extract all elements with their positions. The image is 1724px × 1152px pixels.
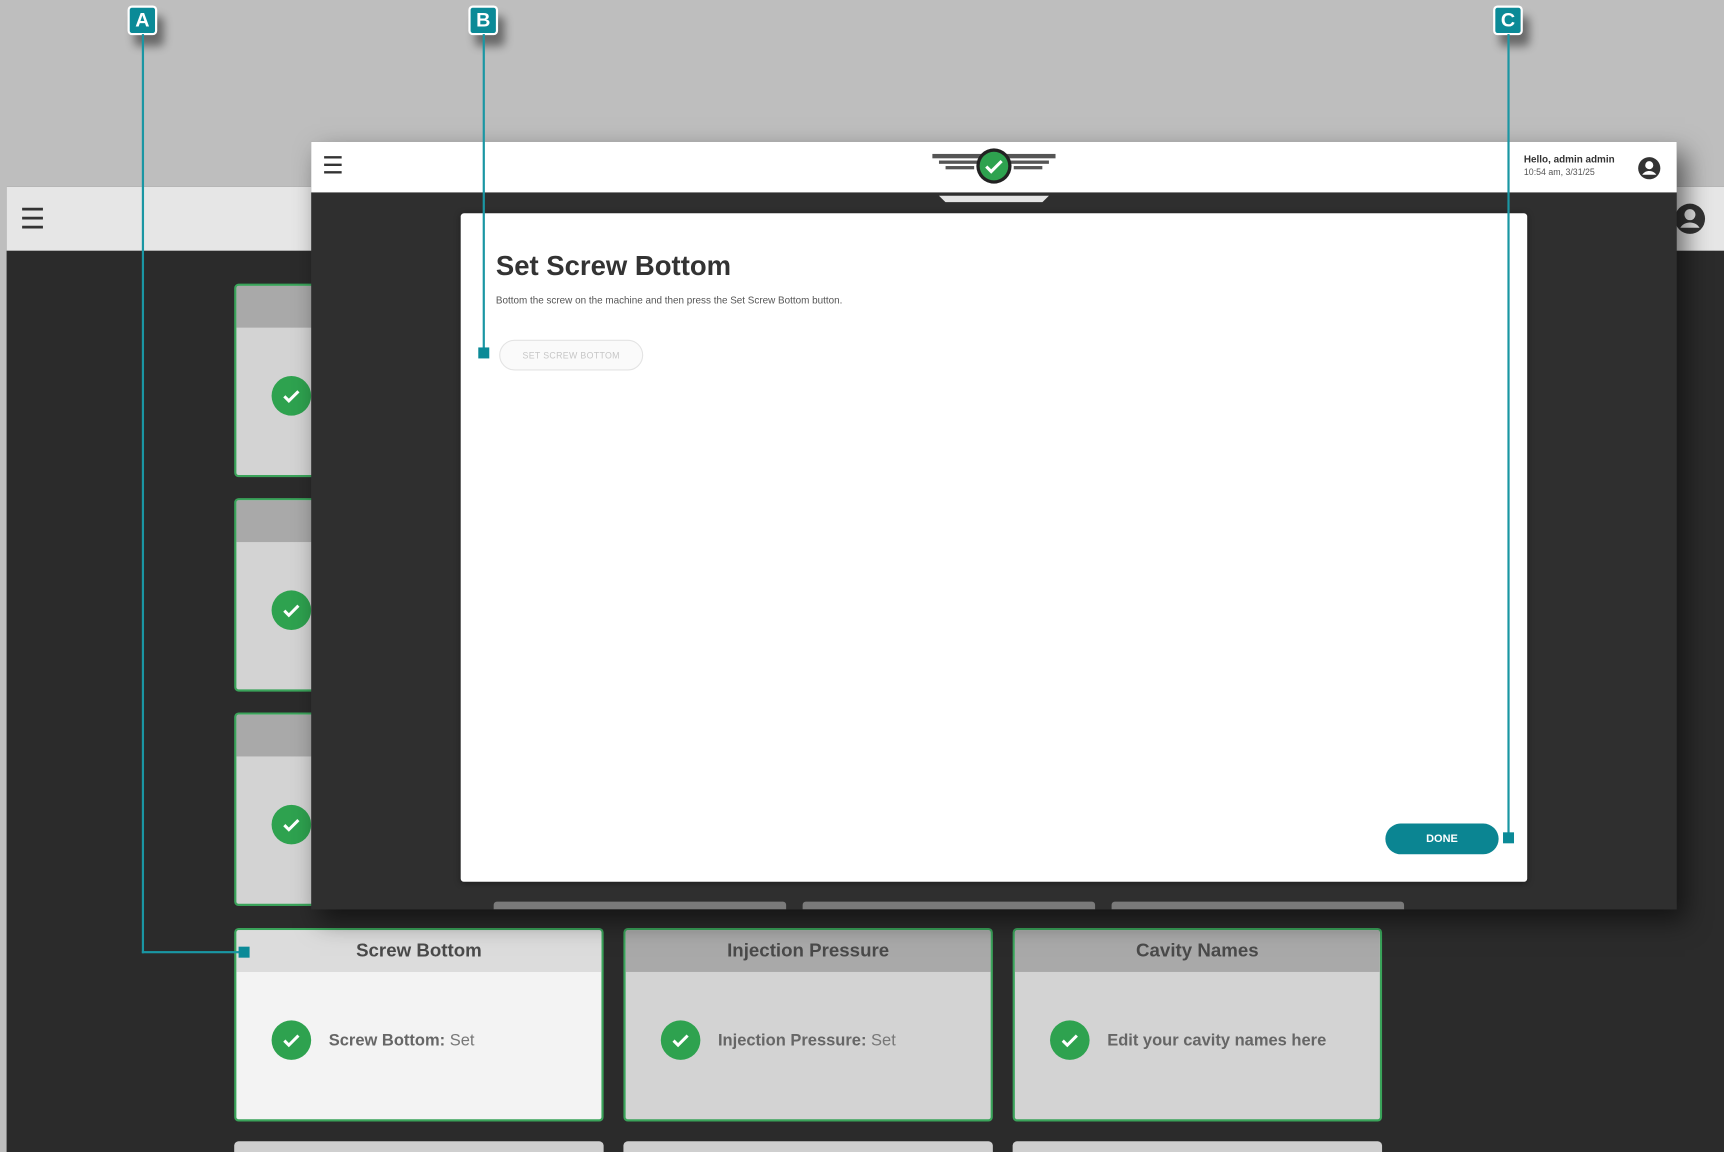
cavity-names-card[interactable]: Cavity Names Edit your cavity names here — [1012, 927, 1383, 1122]
card-status: Edit your cavity names here — [1107, 1030, 1327, 1050]
callout-b-badge: B — [468, 5, 499, 36]
hamburger-menu-icon[interactable]: ☰ — [322, 153, 344, 177]
check-circle-icon — [1050, 1020, 1090, 1060]
set-screw-bottom-button[interactable]: Set Screw Bottom — [499, 339, 644, 371]
card-edge — [234, 1141, 604, 1152]
background-user-icon[interactable] — [1673, 202, 1706, 240]
background-menu-icon[interactable]: ☰ — [20, 205, 46, 234]
check-circle-icon — [271, 590, 312, 631]
set-screw-bottom-dialog — [460, 213, 1528, 882]
card-status: Injection Pressure: Set — [718, 1031, 896, 1050]
logo-icon — [930, 145, 1058, 203]
card-title: Injection Pressure — [625, 930, 991, 972]
user-greeting: Hello, admin admin — [1523, 153, 1615, 165]
tab-peek — [493, 901, 787, 910]
user-timestamp: 10:54 am, 3/31/25 — [1523, 167, 1595, 178]
dialog-description: Bottom the screw on the machine and then… — [495, 294, 843, 306]
check-circle-icon — [271, 1020, 312, 1060]
injection-pressure-card[interactable]: Injection Pressure Injection Pressure: S… — [623, 927, 993, 1122]
card-edge — [1012, 1141, 1383, 1152]
check-circle-icon — [271, 376, 312, 416]
card-status-label: Injection Pressure: — [717, 1030, 867, 1050]
callout-b-anchor — [478, 347, 490, 359]
callout-a-leader — [141, 34, 145, 954]
callout-c-badge: C — [1493, 5, 1523, 36]
user-account-icon[interactable] — [1637, 156, 1661, 186]
card-status: Screw Bottom: Set — [329, 1031, 475, 1050]
card-edge — [623, 1141, 993, 1152]
callout-c-leader — [1507, 34, 1510, 838]
card-status-value: Set — [871, 1030, 896, 1050]
card-status-label: Screw Bottom: — [328, 1030, 446, 1050]
card-title: Screw Bottom — [236, 930, 602, 972]
callout-a-badge: A — [127, 5, 158, 36]
card-title: Cavity Names — [1014, 930, 1380, 972]
callout-a-anchor — [238, 946, 250, 958]
tab-peek — [1111, 901, 1405, 910]
callout-c-anchor — [1503, 832, 1515, 844]
card-status-value: Set — [449, 1030, 475, 1050]
callout-a-leader — [141, 951, 245, 954]
tab-peek — [802, 901, 1096, 910]
screw-bottom-card[interactable]: Screw Bottom Screw Bottom: Set — [234, 927, 604, 1122]
done-button[interactable]: Done — [1385, 823, 1499, 855]
check-circle-icon — [271, 804, 312, 845]
check-circle-icon — [660, 1020, 701, 1060]
callout-b-leader — [482, 34, 485, 353]
dialog-title: Set Screw Bottom — [495, 250, 732, 282]
